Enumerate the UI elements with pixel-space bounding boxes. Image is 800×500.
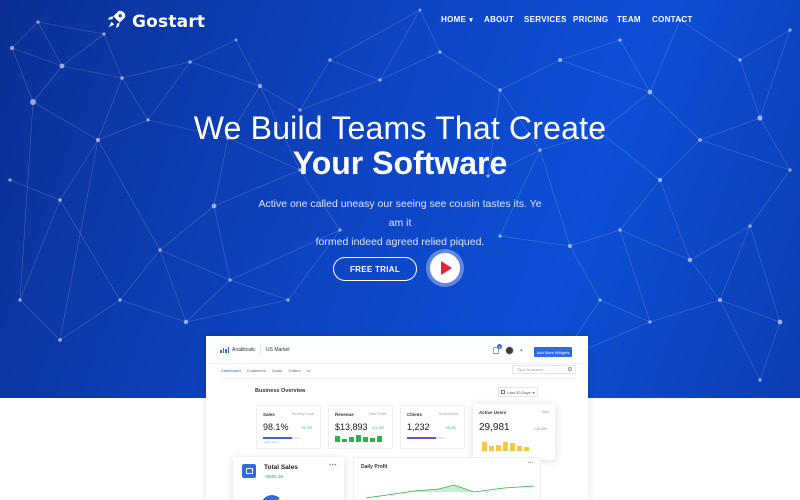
revenue-bar — [342, 439, 347, 442]
daily-profit-card: Daily Profit ••• — [353, 457, 541, 500]
dashboard-brand: Analiticalic — [220, 347, 256, 353]
revenue-bar — [349, 437, 354, 442]
active-users-bar — [482, 442, 487, 451]
sales-card: Sales Monthly Goal 98.1% +6.7% Yearly Go… — [256, 405, 321, 449]
logo[interactable]: Gostart — [106, 8, 205, 35]
sales-subtitle: Monthly Goal — [291, 412, 314, 416]
hero-title-line2: Your Software — [292, 145, 508, 181]
wallet-icon — [242, 464, 256, 478]
active-users-bar — [510, 443, 515, 451]
total-sales-title: Total Sales — [264, 464, 298, 471]
rocket-icon — [106, 8, 128, 35]
search-placeholder: Type to search... — [517, 367, 547, 372]
revenue-bar — [377, 436, 382, 442]
nav-item-team[interactable]: TEAM — [617, 15, 641, 24]
avatar[interactable] — [505, 346, 514, 355]
tab-goals[interactable]: Goals — [272, 368, 282, 373]
daily-profit-chart — [364, 484, 535, 499]
sales-progress-bar — [263, 437, 301, 439]
hero-subtitle: Active one called uneasy our seeing see … — [250, 195, 550, 252]
sales-footer: Yearly Goal — [263, 440, 279, 444]
dashboard-header-icons: 3 ▾ — [493, 344, 523, 355]
chevron-down-icon: ▾ — [532, 389, 535, 395]
free-trial-button[interactable]: FREE TRIAL — [333, 257, 417, 281]
notification-badge: 3 — [497, 344, 502, 349]
revenue-bar — [370, 438, 375, 442]
nav-item-pricing[interactable]: PRICING — [573, 15, 608, 24]
dashboard-brand-label: Analiticalic — [232, 347, 256, 353]
dashboard-search-input[interactable]: Type to search... — [512, 365, 576, 374]
date-filter-label: Last 30 Days — [507, 389, 531, 395]
total-sales-card: Total Sales +$985.36 ••• — [233, 457, 344, 500]
active-users-bar — [496, 445, 501, 451]
donut-chart — [261, 495, 283, 500]
add-widgets-button[interactable]: Add More Widgets — [534, 347, 572, 357]
brand-name: Gostart — [132, 11, 206, 32]
nav-home-label: HOME — [441, 15, 467, 24]
clients-title: Clients — [407, 412, 423, 417]
tab-more[interactable]: ••• — [307, 368, 311, 373]
nav-item-services[interactable]: SERVICES — [524, 15, 567, 24]
active-users-card: Active Users Total 29,981 +12.4% — [473, 404, 555, 460]
active-users-change: +12.4% — [534, 427, 547, 431]
sales-change: +6.7% — [301, 426, 312, 430]
clients-subtitle: Subscribed — [439, 412, 458, 416]
active-users-mini-bars — [482, 442, 529, 451]
nav-item-contact[interactable]: CONTACT — [652, 15, 693, 24]
clients-card: Clients Subscribed 1,232 +8.2% — [400, 405, 465, 449]
active-users-bar — [489, 446, 494, 451]
revenue-subtitle: Total Profit — [368, 412, 386, 416]
active-users-subtitle: Total — [540, 410, 549, 414]
hero-title-line1: We Build Teams That Create — [193, 110, 607, 146]
section-title: Business Overview — [255, 388, 306, 394]
active-users-bar — [503, 442, 508, 451]
chevron-down-icon: ▾ — [469, 16, 474, 24]
revenue-bar — [335, 436, 340, 442]
revenue-change: +11.3% — [371, 426, 384, 430]
clients-progress-bar — [407, 437, 445, 439]
date-filter-select[interactable]: Last 30 Days ▾ — [498, 387, 538, 397]
clients-change: +8.2% — [445, 426, 456, 430]
active-users-value: 29,981 — [479, 422, 510, 433]
divider — [221, 378, 576, 379]
dashboard-tabs: Dashboard Customers Goals Orders ••• — [221, 368, 311, 373]
hero-subtitle-line2: formed indeed agreed relied piqued. — [315, 236, 485, 248]
nav-item-home[interactable]: HOME ▾ — [441, 15, 473, 24]
nav-item-about[interactable]: ABOUT — [484, 15, 514, 24]
sales-title: Sales — [263, 412, 275, 417]
notification-icon[interactable]: 3 — [493, 344, 502, 354]
calendar-icon — [501, 390, 506, 394]
clients-value: 1,232 — [407, 422, 430, 432]
total-sales-value: +$985.36 — [264, 474, 283, 479]
play-video-button[interactable] — [430, 253, 460, 283]
active-users-bar — [524, 447, 529, 451]
revenue-mini-bars — [335, 435, 382, 442]
search-icon — [568, 367, 572, 371]
revenue-bar — [363, 437, 368, 442]
bar-chart-icon — [220, 347, 229, 353]
revenue-card: Revenue Total Profit $13,893 +11.3% — [328, 405, 393, 449]
tab-customers[interactable]: Customers — [247, 368, 266, 373]
revenue-title: Revenue — [335, 412, 354, 417]
tab-orders[interactable]: Orders — [288, 368, 300, 373]
more-options-icon[interactable]: ••• — [329, 463, 337, 469]
hero-subtitle-line1: Active one called uneasy our seeing see … — [258, 198, 542, 229]
active-users-bar — [517, 446, 522, 451]
revenue-value: $13,893 — [335, 422, 368, 432]
revenue-bar — [356, 435, 361, 442]
active-users-title: Active Users — [479, 410, 507, 415]
sales-value: 98.1% — [263, 422, 289, 432]
tab-dashboard[interactable]: Dashboard — [221, 368, 241, 373]
dashboard-preview: Analiticalic US Market 3 ▾ Add More Widg… — [206, 336, 588, 500]
chevron-down-icon[interactable]: ▾ — [520, 348, 523, 354]
play-icon — [441, 261, 452, 275]
market-selector[interactable]: US Market — [260, 345, 295, 355]
